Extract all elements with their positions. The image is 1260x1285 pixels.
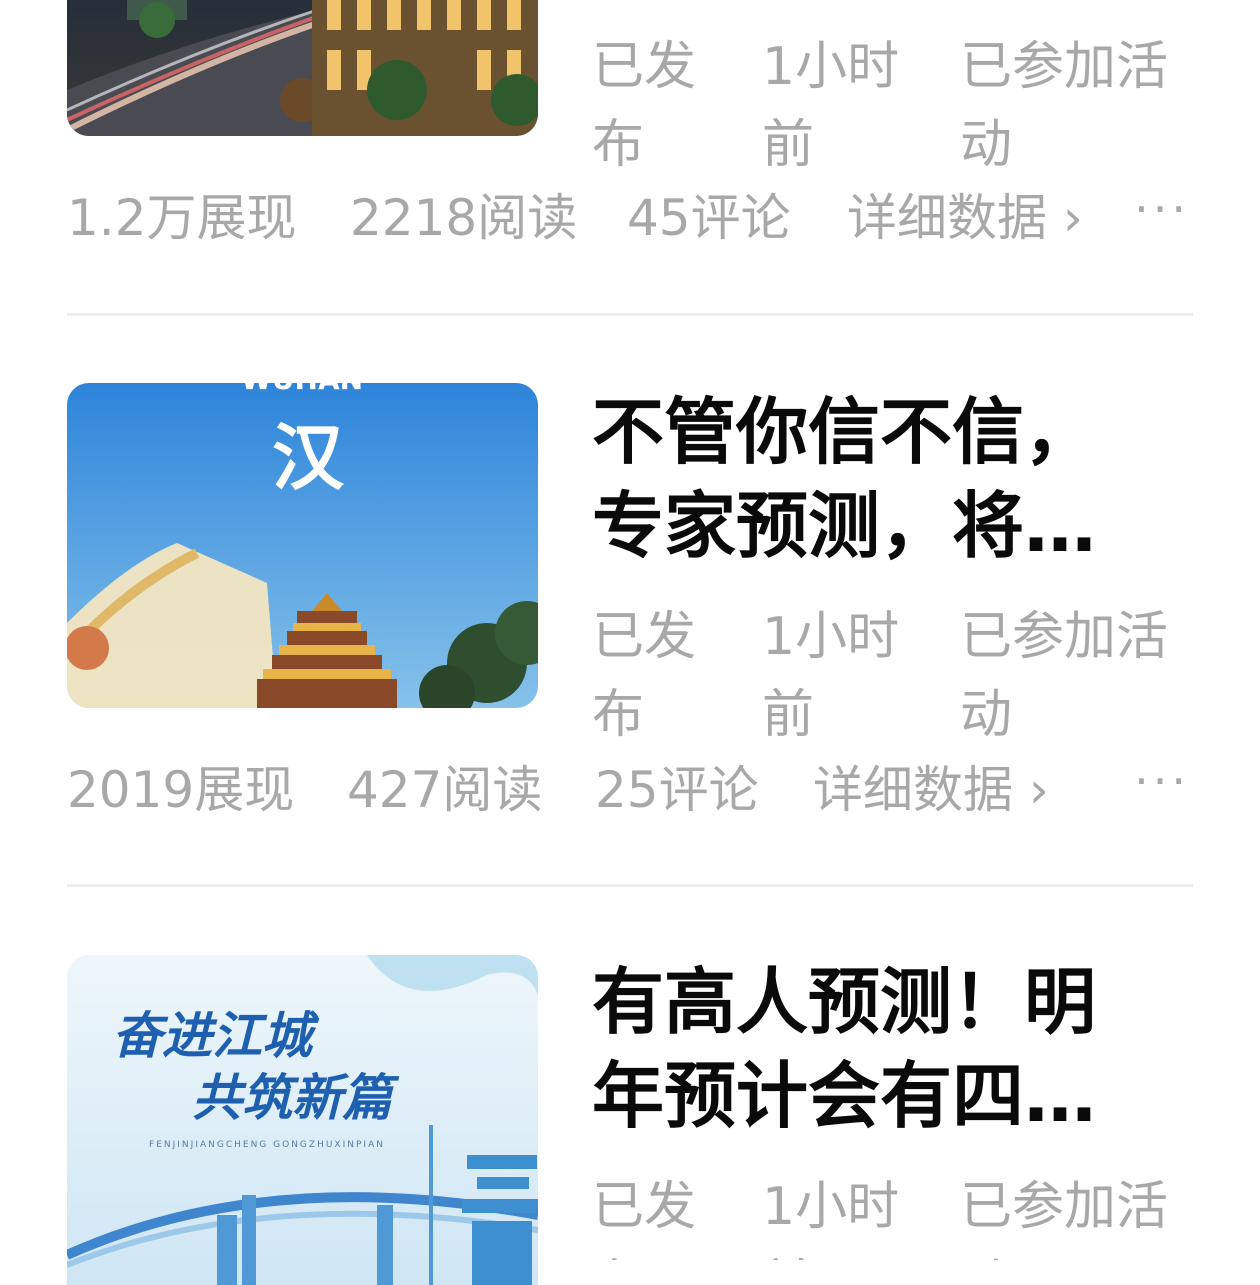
details-link[interactable]: 详细数据 ›: [813, 750, 1049, 822]
details-link[interactable]: 详细数据 ›: [847, 178, 1083, 250]
article-thumbnail-2[interactable]: WUHAN 汉: [67, 383, 538, 708]
title-line-2: 年预计会有四…: [592, 1054, 1097, 1138]
title-line-1: 不管你信不信，: [592, 390, 1097, 474]
divider: [67, 313, 1193, 316]
article-title-2[interactable]: 不管你信不信， 专家预测，将…: [592, 385, 1192, 573]
thumb-caption-line-2: 共筑新篇: [192, 1069, 400, 1127]
activity-status: 已参加活动: [960, 607, 1169, 745]
publish-time: 1小时前: [762, 607, 900, 745]
article-stats-1: 1.2万展现 2218阅读 45评论 详细数据 ›: [67, 178, 1197, 247]
impressions-count: 1.2万展现: [67, 189, 297, 247]
more-dots-icon[interactable]: ···: [1134, 182, 1190, 236]
comments-count: 25评论: [595, 761, 759, 819]
title-line-2: 专家预测，将…: [592, 484, 1097, 568]
publish-status: 已发布: [592, 37, 697, 175]
activity-status: 已参加活动: [960, 1177, 1169, 1260]
publish-time: 1小时前: [762, 37, 900, 175]
publish-status: 已发布: [592, 1177, 697, 1260]
thumb-caption-top: WUHAN: [241, 383, 363, 396]
thumb-caption-line-1: 奋进江城: [112, 1007, 320, 1065]
article-meta-2: 已发布 1小时前 已参加活动: [592, 598, 1192, 758]
article-title-3[interactable]: 有高人预测！明 年预计会有四…: [592, 955, 1192, 1143]
comments-count: 45评论: [627, 189, 791, 247]
publish-time: 1小时前: [762, 1177, 900, 1260]
article-thumbnail-1[interactable]: [67, 0, 538, 136]
chevron-right-icon: ›: [1062, 189, 1083, 247]
divider: [67, 884, 1193, 887]
article-thumbnail-3[interactable]: 奋进江城 共筑新篇 FENJINJIANGCHENG GONGZHUXINPIA…: [67, 955, 538, 1285]
thumb-caption: 汉: [272, 415, 345, 500]
impressions-count: 2019展现: [67, 761, 295, 819]
publish-status: 已发布: [592, 607, 697, 745]
title-line-1: 有高人预测！明: [592, 960, 1097, 1044]
article-stats-2: 2019展现 427阅读 25评论 详细数据 ›: [67, 750, 1197, 819]
more-dots-icon[interactable]: ···: [1134, 754, 1190, 808]
article-meta-1: 已发布 1小时前 已参加活动: [592, 28, 1192, 188]
thumb-caption-pinyin: FENJINJIANGCHENG GONGZHUXINPIAN: [149, 1140, 385, 1150]
details-label: 详细数据: [813, 761, 1013, 819]
article-meta-3: 已发布 1小时前 已参加活动: [592, 1168, 1192, 1260]
reads-count: 427阅读: [347, 761, 543, 819]
reads-count: 2218阅读: [350, 189, 578, 247]
activity-status: 已参加活动: [960, 37, 1169, 175]
chevron-right-icon: ›: [1028, 761, 1049, 819]
details-label: 详细数据: [847, 189, 1047, 247]
